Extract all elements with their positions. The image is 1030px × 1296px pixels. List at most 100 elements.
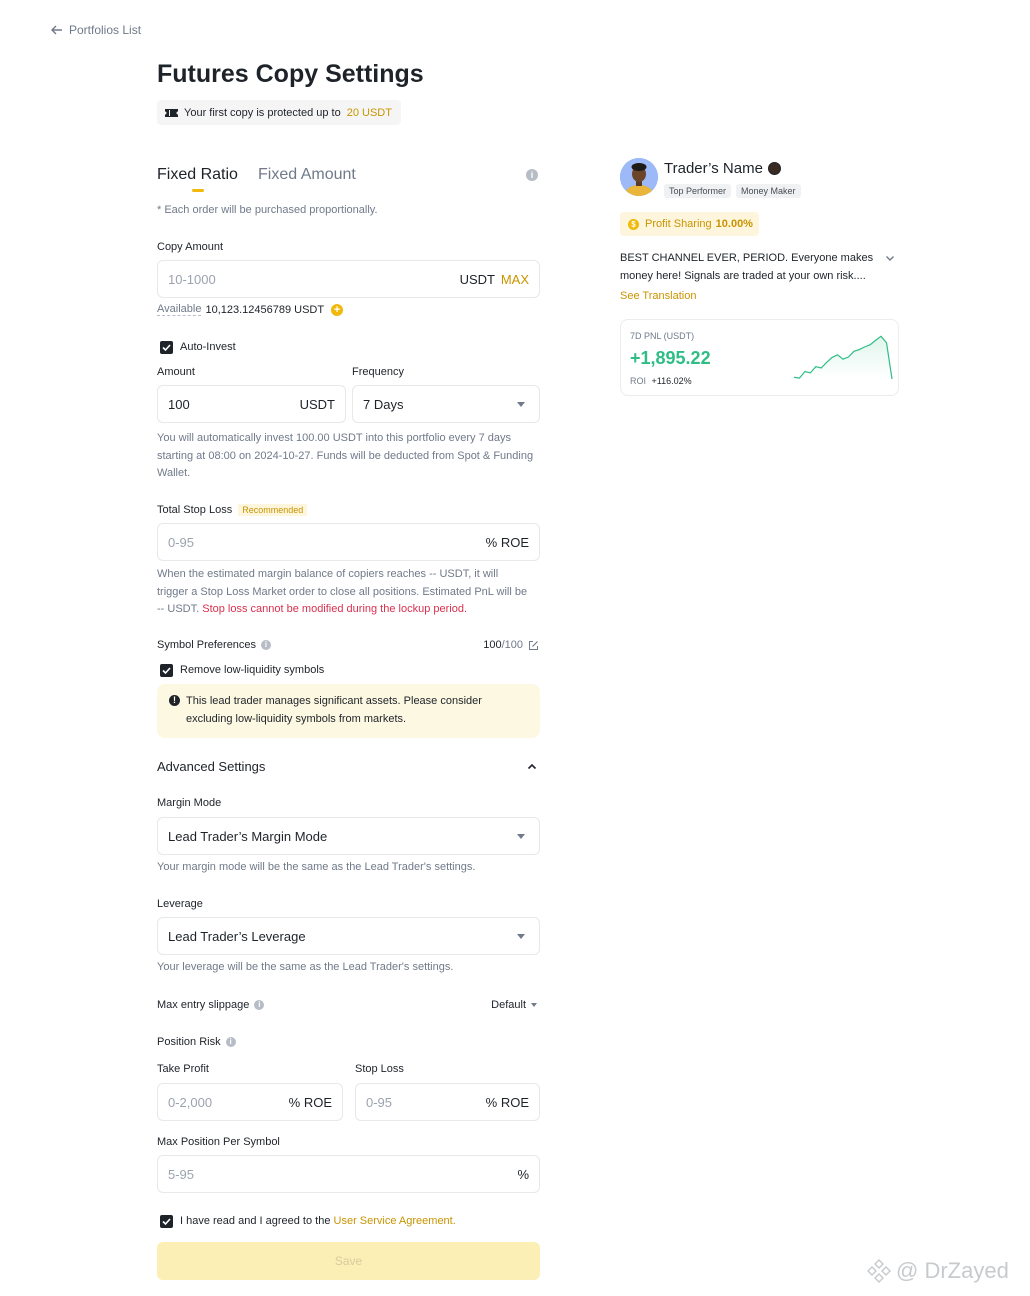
coin-icon: $	[628, 218, 639, 230]
watermark-text: @ DrZayed	[896, 1258, 1009, 1283]
symbol-preferences-label: Symbol Preferences	[157, 639, 257, 651]
info-icon[interactable]: i	[526, 169, 538, 181]
remove-low-liquidity-label: Remove low-liquidity symbols	[180, 664, 325, 676]
copy-amount-input[interactable]: 10-1000 USDT MAX	[157, 260, 540, 298]
save-label: Save	[334, 1254, 363, 1268]
agreement-text: I have read and I agreed to the	[180, 1215, 331, 1227]
pnl-value: +1,895.22	[630, 348, 711, 368]
add-funds-icon[interactable]: +	[331, 303, 344, 316]
amount-label: Amount	[157, 366, 195, 378]
margin-mode-value: Lead Trader’s Margin Mode	[168, 829, 328, 844]
tab-fixed-ratio[interactable]: Fixed Ratio	[157, 166, 238, 184]
frequency-value: 7 Days	[363, 397, 404, 412]
available-label: Available	[157, 303, 202, 316]
available-row: Available 10,123.12456789 USDT +	[157, 303, 344, 316]
remove-low-liquidity-checkbox[interactable]	[160, 664, 173, 677]
protection-text: Your first copy is protected up to	[184, 106, 341, 119]
position-risk-label: Position Risk	[157, 1036, 221, 1048]
leverage-label: Leverage	[157, 898, 203, 910]
trader-tags: Top Performer Money Maker	[664, 184, 801, 198]
stop-loss-small-placeholder: 0-95	[366, 1095, 393, 1110]
edit-icon[interactable]	[528, 640, 539, 651]
info-icon[interactable]: i	[254, 1000, 265, 1010]
slippage-select[interactable]: Default	[491, 999, 537, 1011]
chevron-up-icon[interactable]	[527, 763, 537, 770]
roi-label: ROI	[630, 376, 647, 386]
stop-loss-label-row: Total Stop Loss Recommended	[157, 504, 308, 516]
position-risk-row: Position Risk i	[157, 1036, 236, 1048]
stop-loss-placeholder: 0-95	[168, 535, 195, 550]
trader-name: Trader’s Name	[664, 160, 763, 177]
avatar[interactable]	[620, 158, 658, 196]
symbol-count[interactable]: 100 /100	[483, 639, 539, 651]
protection-amount: 20 USDT	[346, 106, 392, 119]
stop-loss-small-label: Stop Loss	[355, 1063, 404, 1075]
copy-amount-label: Copy Amount	[157, 241, 224, 253]
stop-loss-label: Total Stop Loss	[157, 504, 233, 516]
leverage-helper: Your leverage will be the same as the Le…	[157, 961, 454, 973]
slippage-row: Max entry slippage i	[157, 999, 265, 1011]
copy-amount-placeholder: 10-1000	[168, 272, 216, 287]
alert-icon: !	[169, 695, 180, 706]
ticket-icon	[165, 108, 178, 117]
available-value: 10,123.12456789 USDT	[205, 303, 325, 316]
take-profit-unit: % ROE	[288, 1095, 332, 1110]
stop-loss-input[interactable]: 0-95 % ROE	[157, 523, 540, 561]
chevron-down-icon	[517, 834, 525, 839]
caret-down-icon	[531, 1003, 537, 1007]
agreement-checkbox[interactable]	[160, 1215, 173, 1228]
chevron-down-icon	[517, 934, 525, 939]
protection-badge: Your first copy is protected up to 20 US…	[157, 100, 401, 125]
max-button[interactable]: MAX	[501, 272, 529, 287]
pnl-card[interactable]: 7D PNL (USDT) +1,895.22 ROI +116.02%	[620, 319, 899, 396]
proportional-note: * Each order will be purchased proportio…	[157, 204, 378, 216]
pnl-label: 7D PNL (USDT)	[630, 331, 695, 341]
profit-sharing-label: Profit Sharing	[645, 218, 712, 230]
profit-sharing-badge: $ Profit Sharing 10.00%	[620, 212, 759, 236]
trader-badge-icon	[767, 162, 781, 175]
margin-mode-label: Margin Mode	[157, 797, 222, 809]
frequency-label: Frequency	[352, 366, 404, 378]
auto-invest-checkbox[interactable]	[160, 341, 173, 354]
recommended-badge: Recommended	[238, 504, 308, 516]
stop-loss-small-input[interactable]: 0-95 % ROE	[355, 1083, 540, 1121]
tab-active-indicator	[192, 189, 204, 192]
margin-mode-select[interactable]: Lead Trader’s Margin Mode	[157, 817, 540, 855]
info-icon[interactable]: i	[225, 1037, 236, 1047]
save-button[interactable]: Save	[157, 1242, 540, 1280]
trader-bio: BEST CHANNEL EVER, PERIOD. Everyone make…	[620, 252, 874, 282]
tag-top-performer: Top Performer	[664, 184, 732, 198]
trader-name-row: Trader’s Name	[664, 160, 781, 177]
user-agreement-link[interactable]: User Service Agreement.	[334, 1215, 456, 1227]
chevron-down-icon[interactable]	[885, 255, 895, 262]
max-position-input[interactable]: 5-95 %	[157, 1155, 540, 1193]
alert-text: This lead trader manages significant ass…	[186, 695, 482, 725]
info-icon[interactable]: i	[261, 640, 272, 650]
stop-loss-helper: When the estimated margin balance of cop…	[157, 566, 529, 619]
arrow-left-icon	[51, 25, 62, 35]
stop-loss-small-unit: % ROE	[485, 1095, 529, 1110]
profit-sharing-value: 10.00%	[715, 218, 753, 230]
agreement-row: I have read and I agreed to the User Ser…	[180, 1215, 456, 1227]
roi-value: +116.02%	[651, 376, 692, 386]
take-profit-input[interactable]: 0-2,000 % ROE	[157, 1083, 343, 1121]
frequency-select[interactable]: 7 Days	[352, 385, 540, 423]
page-title: Futures Copy Settings	[157, 60, 424, 88]
amount-input[interactable]: 100 USDT	[157, 385, 346, 423]
leverage-select[interactable]: Lead Trader’s Leverage	[157, 917, 540, 955]
take-profit-label: Take Profit	[157, 1063, 209, 1075]
copy-amount-unit: USDT	[459, 272, 495, 287]
auto-invest-label: Auto-Invest	[180, 341, 236, 353]
slippage-label: Max entry slippage	[157, 999, 250, 1011]
liquidity-alert: ! This lead trader manages significant a…	[157, 684, 540, 738]
max-position-label: Max Position Per Symbol	[157, 1136, 280, 1148]
tag-money-maker: Money Maker	[736, 184, 801, 198]
leverage-value: Lead Trader’s Leverage	[168, 929, 306, 944]
stop-loss-unit: % ROE	[485, 535, 529, 550]
stop-loss-warning: Stop loss cannot be modified during the …	[202, 603, 468, 615]
amount-unit: USDT	[299, 397, 335, 412]
tab-fixed-amount[interactable]: Fixed Amount	[258, 166, 356, 184]
back-link[interactable]: Portfolios List	[51, 22, 141, 38]
advanced-settings-title[interactable]: Advanced Settings	[157, 759, 265, 774]
see-translation-link[interactable]: See Translation	[620, 290, 696, 302]
